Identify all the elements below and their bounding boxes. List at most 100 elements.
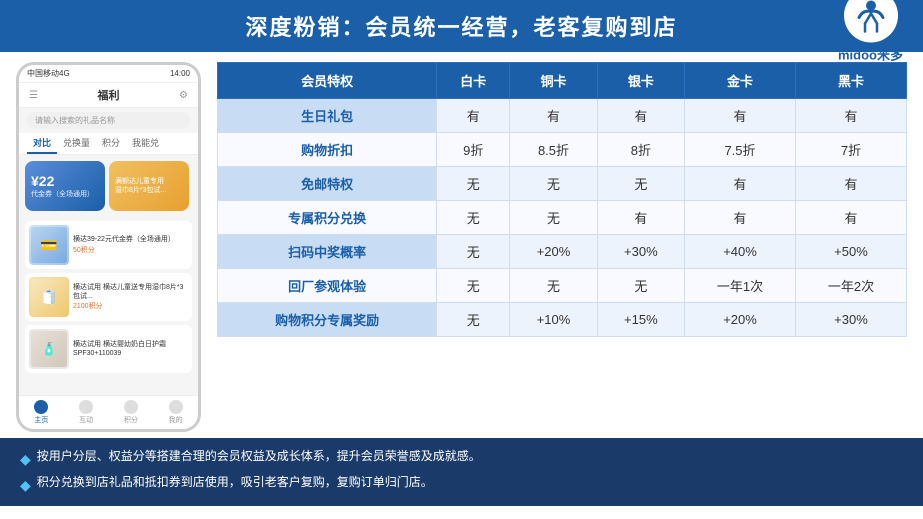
cell-value: 无 (437, 235, 510, 269)
cell-value: 有 (597, 99, 684, 133)
col-header-feature: 会员特权 (218, 63, 437, 99)
cell-value: 有 (437, 99, 510, 133)
cell-value: 无 (510, 167, 597, 201)
cell-value: 无 (437, 269, 510, 303)
item-info-1: 横达39-22元代金券（全场通用） 50积分 (73, 235, 188, 254)
cell-value: 一年1次 (685, 269, 796, 303)
cell-value: 8.5折 (510, 133, 597, 167)
main-content: 中国移动4G 14:00 ☰ 福利 ⚙ 请输入搜索的礼品名称 对比 兑换量 积分… (0, 52, 923, 432)
cell-feature: 回厂参观体验 (218, 269, 437, 303)
cell-feature: 免邮特权 (218, 167, 437, 201)
phone-card-desc: 代金券（全场通用） (31, 189, 99, 199)
cell-feature: 专属积分兑换 (218, 201, 437, 235)
cell-value: +15% (597, 303, 684, 337)
cell-value: 9折 (437, 133, 510, 167)
table-row: 扫码中奖概率无+20%+30%+40%+50% (218, 235, 907, 269)
phone-cards: ¥22 代金券（全场通用） 满额达儿童专用湿巾8片*3包试... (19, 155, 198, 217)
list-item[interactable]: 🧴 横达试用 横达婴幼奶白日护霜 SPF30+110039 (25, 325, 192, 373)
phone-bottom-interact-icon (79, 400, 93, 414)
phone-bottom-nav: 主页 互动 积分 我的 (19, 395, 198, 429)
cell-value: 有 (597, 201, 684, 235)
phone-tabs: 对比 兑换量 积分 我能兑 (19, 133, 198, 155)
cell-value: +50% (795, 235, 906, 269)
footer-item: ◆按用户分层、权益分等搭建合理的会员权益及成长体系，提升会员荣誉感及成就感。 (20, 446, 903, 472)
phone-bottom-mine-icon (169, 400, 183, 414)
cell-value: 一年2次 (795, 269, 906, 303)
item-name-1: 横达39-22元代金券（全场通用） (73, 235, 188, 244)
midoo-logo-icon (851, 0, 891, 36)
phone-tab-available[interactable]: 我能兑 (126, 133, 165, 154)
table-row: 免邮特权无无无有有 (218, 167, 907, 201)
cell-value: 无 (437, 303, 510, 337)
phone-bottom-mine[interactable]: 我的 (169, 400, 183, 425)
phone-tab-compare[interactable]: 对比 (27, 133, 57, 154)
table-row: 生日礼包有有有有有 (218, 99, 907, 133)
phone-nav-bar: ☰ 福利 ⚙ (19, 83, 198, 108)
cell-value: 有 (685, 167, 796, 201)
phone-tab-points[interactable]: 积分 (96, 133, 126, 154)
phone-bottom-home-icon (34, 400, 48, 414)
phone-bottom-points-label: 积分 (124, 415, 138, 425)
cell-value: 无 (597, 167, 684, 201)
col-header-black: 黑卡 (795, 63, 906, 99)
cell-value: 有 (685, 99, 796, 133)
table-header-row: 会员特权 白卡 铜卡 银卡 金卡 黑卡 (218, 63, 907, 99)
phone-bottom-home[interactable]: 主页 (34, 400, 48, 425)
col-header-bronze: 铜卡 (510, 63, 597, 99)
footer-text: 积分兑换到店礼品和抵扣券到店使用，吸引老客户复购，复购订单归门店。 (37, 472, 433, 494)
phone-nav-title: 福利 (98, 87, 120, 103)
phone-bottom-points[interactable]: 积分 (124, 400, 138, 425)
phone-search-bar[interactable]: 请输入搜索的礼品名称 (27, 112, 190, 129)
item-image-3: 🧴 (29, 329, 69, 369)
logo-text: midoo米多 (838, 45, 903, 64)
phone-card-price: ¥22 (31, 173, 99, 189)
item-image-1: 💳 (29, 225, 69, 265)
table-row: 购物积分专属奖励无+10%+15%+20%+30% (218, 303, 907, 337)
col-header-white: 白卡 (437, 63, 510, 99)
cell-value: 无 (510, 201, 597, 235)
list-item[interactable]: 🧻 横达试用 横达儿童送专用湿巾8片*3包试... 2100积分 (25, 273, 192, 321)
page-title: 深度粉销：会员统一经营，老客复购到店 (245, 15, 677, 40)
phone-bottom-points-icon (124, 400, 138, 414)
footer-bullet-icon: ◆ (20, 473, 31, 498)
footer: ◆按用户分层、权益分等搭建合理的会员权益及成长体系，提升会员荣誉感及成就感。◆ 积… (0, 438, 923, 506)
cell-value: +20% (510, 235, 597, 269)
cell-value: 8折 (597, 133, 684, 167)
phone-status-bar: 中国移动4G 14:00 (19, 65, 198, 83)
phone-tab-redeem[interactable]: 兑换量 (57, 133, 96, 154)
logo-bg (844, 0, 898, 43)
item-points-1: 50积分 (73, 245, 188, 255)
cell-value: 有 (795, 167, 906, 201)
logo-area: midoo米多 (838, 0, 903, 64)
phone-card-wipes[interactable]: 满额达儿童专用湿巾8片*3包试... (109, 161, 189, 211)
table-area: 会员特权 白卡 铜卡 银卡 金卡 黑卡 生日礼包有有有有有购物折扣9折8.5折8… (217, 62, 907, 432)
cell-value: +40% (685, 235, 796, 269)
cell-value: +20% (685, 303, 796, 337)
col-header-silver: 银卡 (597, 63, 684, 99)
footer-item: ◆ 积分兑换到店礼品和抵扣券到店使用，吸引老客户复购，复购订单归门店。 (20, 472, 903, 498)
phone-bottom-mine-label: 我的 (169, 415, 183, 425)
cell-value: 无 (437, 167, 510, 201)
cell-value: 无 (510, 269, 597, 303)
phone-bottom-interact[interactable]: 互动 (79, 400, 93, 425)
phone-time: 14:00 (170, 69, 190, 78)
cell-value: 有 (510, 99, 597, 133)
cell-value: 有 (685, 201, 796, 235)
cell-value: +10% (510, 303, 597, 337)
item-image-2: 🧻 (29, 277, 69, 317)
item-info-2: 横达试用 横达儿童送专用湿巾8片*3包试... 2100积分 (73, 283, 188, 311)
phone-items-list: 💳 横达39-22元代金券（全场通用） 50积分 🧻 横达试用 横达儿童送专用湿… (19, 217, 198, 381)
cell-feature: 生日礼包 (218, 99, 437, 133)
cell-value: +30% (597, 235, 684, 269)
table-row: 专属积分兑换无无有有有 (218, 201, 907, 235)
phone-bottom-home-label: 主页 (34, 415, 48, 425)
phone-card-voucher[interactable]: ¥22 代金券（全场通用） (25, 161, 105, 211)
table-row: 回厂参观体验无无无一年1次一年2次 (218, 269, 907, 303)
table-row: 购物折扣9折8.5折8折7.5折7折 (218, 133, 907, 167)
phone-card2-desc: 满额达儿童专用湿巾8片*3包试... (115, 177, 183, 195)
footer-items: ◆按用户分层、权益分等搭建合理的会员权益及成长体系，提升会员荣誉感及成就感。◆ 积… (20, 446, 903, 498)
phone-search-placeholder: 请输入搜索的礼品名称 (35, 116, 115, 125)
item-name-2: 横达试用 横达儿童送专用湿巾8片*3包试... (73, 283, 188, 301)
list-item[interactable]: 💳 横达39-22元代金券（全场通用） 50积分 (25, 221, 192, 269)
footer-text: 按用户分层、权益分等搭建合理的会员权益及成长体系，提升会员荣誉感及成就感。 (37, 446, 481, 468)
